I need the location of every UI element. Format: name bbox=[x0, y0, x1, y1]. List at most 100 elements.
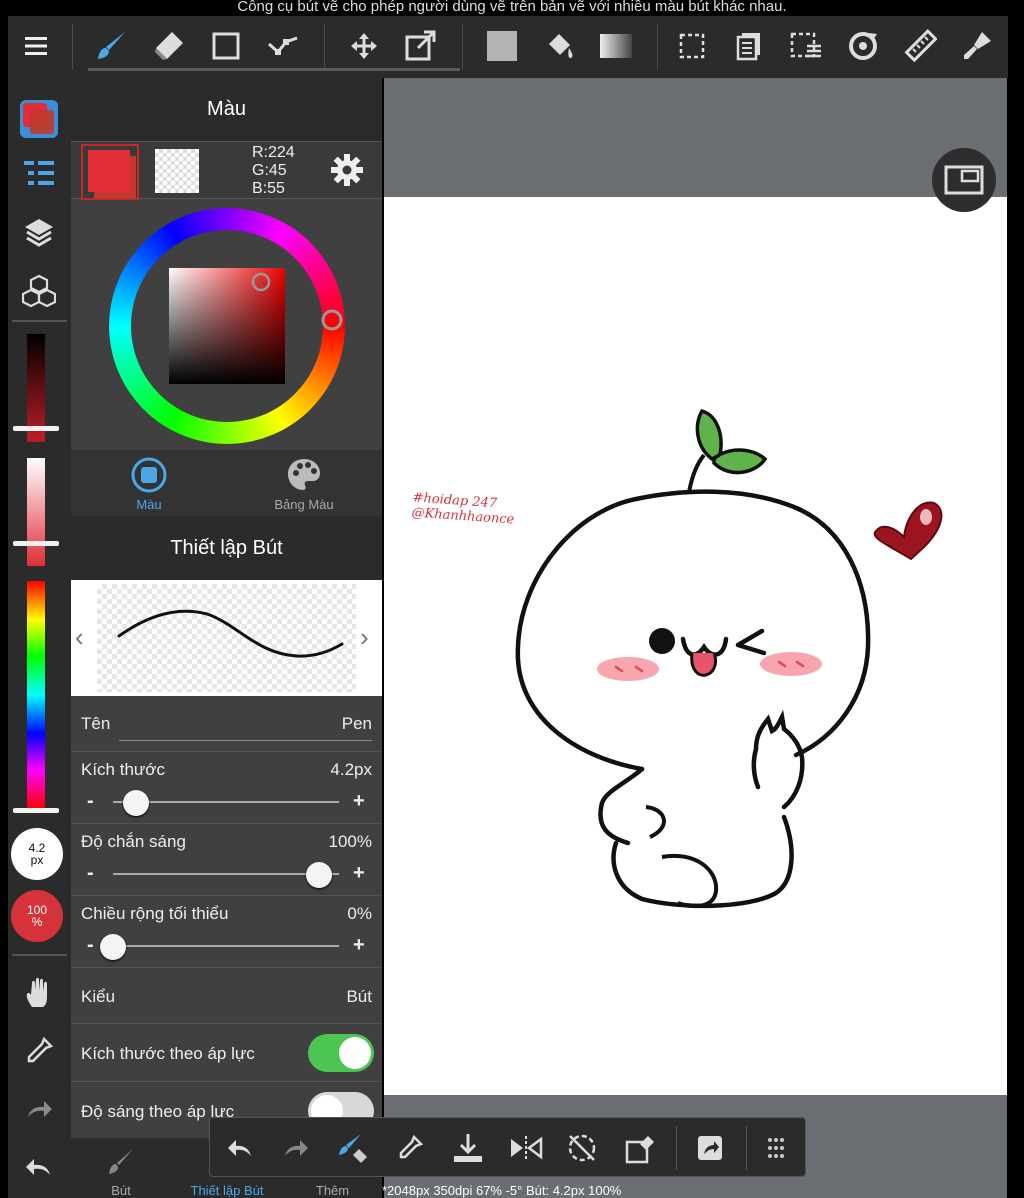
pen-opacity-knob[interactable] bbox=[306, 862, 332, 888]
pressure-size-toggle[interactable] bbox=[308, 1034, 374, 1072]
next-brush-icon[interactable]: › bbox=[360, 622, 369, 653]
color-row: R:224 G:45 B:55 bbox=[71, 141, 382, 200]
caption-text: Công cụ bút vẽ cho phép người dùng vẽ tr… bbox=[0, 0, 1024, 16]
pen-min-width-knob[interactable] bbox=[100, 934, 126, 960]
pen-size-row: Kích thước 4.2px - + bbox=[71, 752, 382, 824]
quick-undo-icon[interactable] bbox=[218, 1126, 262, 1170]
decrease-opacity-button[interactable]: - bbox=[87, 862, 94, 884]
pen-opacity-value: 100% bbox=[328, 832, 372, 851]
move-icon[interactable] bbox=[342, 24, 386, 68]
tab-palette-label: Bảng Màu bbox=[274, 497, 334, 512]
increase-opacity-button[interactable]: + bbox=[353, 862, 365, 884]
layers-icon[interactable] bbox=[16, 210, 62, 256]
brush-size-unit: px bbox=[30, 853, 44, 867]
drawing-artwork bbox=[515, 408, 943, 909]
menu-icon[interactable] bbox=[14, 24, 58, 68]
quick-brush-icon[interactable] bbox=[332, 1126, 376, 1170]
background-color-swatch[interactable] bbox=[155, 149, 199, 193]
quick-more-icon[interactable] bbox=[754, 1126, 798, 1170]
decrease-size-button[interactable]: - bbox=[87, 790, 94, 812]
quick-toolbar bbox=[209, 1117, 806, 1177]
pen-name-value: Pen bbox=[341, 714, 372, 733]
rect-select-icon[interactable] bbox=[204, 24, 248, 68]
hue-slider-handle[interactable] bbox=[13, 808, 59, 813]
quick-save-icon[interactable] bbox=[446, 1126, 490, 1170]
color-swatch-button[interactable] bbox=[16, 96, 62, 142]
pen-size-slider[interactable]: - + bbox=[81, 790, 372, 816]
quick-redo-icon[interactable] bbox=[274, 1126, 318, 1170]
pen-type-row[interactable]: Kiểu Bút bbox=[71, 968, 382, 1024]
opacity-badge[interactable]: 100 % bbox=[11, 890, 63, 942]
rgb-g: G:45 bbox=[252, 162, 287, 179]
fill-color-icon[interactable] bbox=[480, 24, 524, 68]
color-tabs: Màu Bảng Màu bbox=[71, 450, 382, 516]
pen-opacity-row: Độ chắn sáng 100% - + bbox=[71, 824, 382, 896]
pen-tip-icon[interactable] bbox=[955, 24, 999, 68]
foreground-color-swatch[interactable] bbox=[81, 144, 139, 200]
transform-icon[interactable] bbox=[399, 24, 443, 68]
decrease-min-width-button[interactable]: - bbox=[87, 934, 94, 956]
increase-size-button[interactable]: + bbox=[353, 790, 365, 812]
shade-slider-handle[interactable] bbox=[13, 426, 59, 431]
rgb-readout: R:224 G:45 B:55 bbox=[252, 144, 295, 198]
redo-icon[interactable] bbox=[16, 1086, 62, 1132]
opacity-unit: % bbox=[31, 915, 43, 929]
rotate-icon[interactable] bbox=[841, 24, 885, 68]
brush-size-badge[interactable]: 4.2 px bbox=[11, 828, 63, 880]
gradient-icon[interactable] bbox=[594, 24, 638, 68]
pen-opacity-label: Độ chắn sáng bbox=[81, 832, 186, 851]
pen-size-knob[interactable] bbox=[122, 790, 149, 816]
select-menu-icon[interactable] bbox=[784, 24, 828, 68]
tab-pen-label: Bút bbox=[111, 1183, 131, 1198]
pen-opacity-slider[interactable]: - + bbox=[81, 862, 372, 888]
status-bar: *2048px 350dpi 67% -5° Bút: 4.2px 100% bbox=[382, 1184, 622, 1198]
eraser-icon[interactable] bbox=[147, 24, 191, 68]
pen-type-label: Kiểu bbox=[81, 987, 116, 1006]
prev-brush-icon[interactable]: ‹ bbox=[75, 622, 84, 653]
tab-pen-settings-label: Thiết lập Bút bbox=[190, 1183, 264, 1198]
tint-slider[interactable] bbox=[27, 458, 45, 566]
hand-icon[interactable] bbox=[16, 970, 62, 1016]
canvas-area[interactable]: #hoidap 247 @Khanhhaonce bbox=[384, 78, 1007, 1198]
pen-min-width-slider[interactable]: - + bbox=[81, 934, 372, 960]
color-pen-panel: Màu R:224 G:45 B:55 Màu Bảng Màu Thiết l… bbox=[71, 78, 382, 1198]
quick-eyedropper-icon[interactable] bbox=[388, 1126, 432, 1170]
pen-settings-title: Thiết lập Bút bbox=[71, 516, 382, 580]
increase-min-width-button[interactable]: + bbox=[353, 934, 365, 956]
brush-icon[interactable] bbox=[90, 24, 134, 68]
quick-share-icon[interactable] bbox=[688, 1126, 732, 1170]
quick-rotate-reset-icon[interactable] bbox=[560, 1126, 604, 1170]
pen-min-width-value: 0% bbox=[347, 904, 372, 923]
pen-name-row[interactable]: Tên Pen bbox=[71, 696, 382, 752]
tab-more-label: Thêm bbox=[315, 1183, 350, 1198]
drawing-paper[interactable]: #hoidap 247 @Khanhhaonce bbox=[384, 197, 1007, 1095]
vector-icon[interactable] bbox=[261, 24, 305, 68]
tab-palette[interactable]: Bảng Màu bbox=[254, 450, 354, 516]
ruler-icon[interactable] bbox=[898, 24, 942, 68]
tab-color-label: Màu bbox=[136, 497, 162, 512]
quick-clear-icon[interactable] bbox=[618, 1126, 662, 1170]
bucket-icon[interactable] bbox=[537, 24, 581, 68]
left-rail: 4.2 px 100 % bbox=[8, 78, 71, 1198]
pen-name-label: Tên bbox=[81, 714, 111, 733]
gear-icon[interactable] bbox=[327, 150, 367, 190]
materials-icon[interactable] bbox=[16, 268, 62, 314]
hue-slider[interactable] bbox=[27, 581, 45, 809]
brush-list-icon[interactable] bbox=[16, 152, 62, 198]
layer-panel-icon[interactable] bbox=[727, 24, 771, 68]
stroke-preview: ‹ › bbox=[71, 580, 382, 696]
tab-color[interactable]: Màu bbox=[109, 450, 189, 516]
rgb-r: R:224 bbox=[252, 144, 295, 161]
color-wheel[interactable] bbox=[71, 200, 382, 450]
navigator-button[interactable] bbox=[932, 148, 996, 212]
quick-flip-icon[interactable] bbox=[504, 1126, 548, 1170]
pen-min-width-row: Chiều rộng tối thiểu 0% - + bbox=[71, 896, 382, 968]
undo-icon[interactable] bbox=[16, 1144, 62, 1190]
eyedropper-icon[interactable] bbox=[16, 1028, 62, 1074]
rgb-b: B:55 bbox=[252, 180, 285, 197]
color-panel-title: Màu bbox=[71, 78, 382, 141]
tint-slider-handle[interactable] bbox=[13, 541, 59, 546]
pen-min-width-label: Chiều rộng tối thiểu bbox=[81, 904, 229, 923]
selection-icon[interactable] bbox=[670, 24, 714, 68]
tab-pen[interactable]: Bút bbox=[71, 1138, 171, 1198]
